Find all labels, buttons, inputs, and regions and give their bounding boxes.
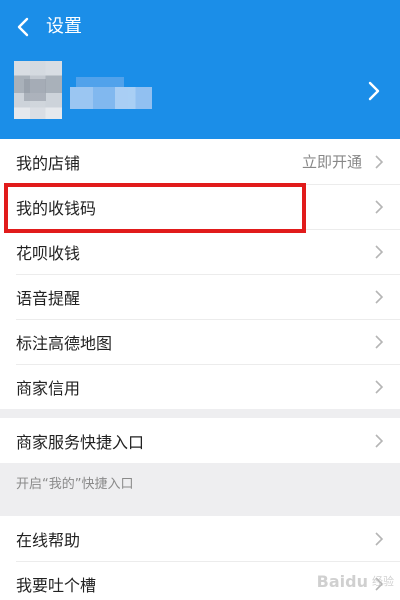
- row-voice-reminder[interactable]: 语音提醒: [0, 274, 400, 319]
- watermark-logo-text: Baidu: [316, 571, 368, 591]
- shortcut-hint: 开启“我的”快捷入口: [16, 476, 134, 492]
- settings-group-1: 我的店铺 立即开通 我的收钱码 花呗收钱 语音提醒 标注高德地图 商家信用: [0, 139, 400, 409]
- row-label: 花呗收钱: [16, 243, 81, 263]
- row-merchant-credit[interactable]: 商家信用: [0, 364, 400, 409]
- header: 设置: [0, 0, 400, 139]
- back-button[interactable]: [12, 14, 34, 40]
- row-label: 商家服务快捷入口: [16, 432, 145, 452]
- chevron-right-icon: [375, 290, 384, 304]
- row-label: 我的店铺: [16, 153, 81, 173]
- page-title: 设置: [46, 16, 82, 37]
- row-amap-marking[interactable]: 标注高德地图: [0, 319, 400, 364]
- profile-arrow[interactable]: [366, 77, 382, 105]
- profile-card[interactable]: [0, 55, 400, 129]
- watermark: Baidu 经验: [274, 566, 394, 596]
- row-online-help[interactable]: 在线帮助: [0, 516, 400, 561]
- row-label: 语音提醒: [16, 288, 81, 308]
- chevron-right-icon: [368, 81, 380, 101]
- row-my-store[interactable]: 我的店铺 立即开通: [0, 139, 400, 184]
- chevron-right-icon: [375, 434, 384, 448]
- chevron-right-icon: [375, 380, 384, 394]
- chevron-right-icon: [375, 200, 384, 214]
- row-label: 商家信用: [16, 378, 81, 398]
- row-label: 在线帮助: [16, 530, 81, 550]
- chevron-right-icon: [375, 155, 384, 169]
- row-value: 立即开通: [301, 153, 362, 171]
- chevron-left-icon: [17, 17, 29, 37]
- row-merchant-shortcut[interactable]: 商家服务快捷入口: [0, 418, 400, 463]
- row-label: 我要吐个槽: [16, 575, 97, 595]
- highlight-box: [4, 183, 306, 233]
- avatar[interactable]: [14, 61, 62, 119]
- chevron-right-icon: [375, 245, 384, 259]
- username-blurred: [70, 77, 152, 109]
- chevron-right-icon: [375, 532, 384, 546]
- row-label: 标注高德地图: [16, 333, 113, 353]
- settings-group-2: 商家服务快捷入口: [0, 418, 400, 463]
- chevron-right-icon: [375, 335, 384, 349]
- watermark-sub-text: 经验: [372, 575, 394, 588]
- row-huabei-collect[interactable]: 花呗收钱: [0, 229, 400, 274]
